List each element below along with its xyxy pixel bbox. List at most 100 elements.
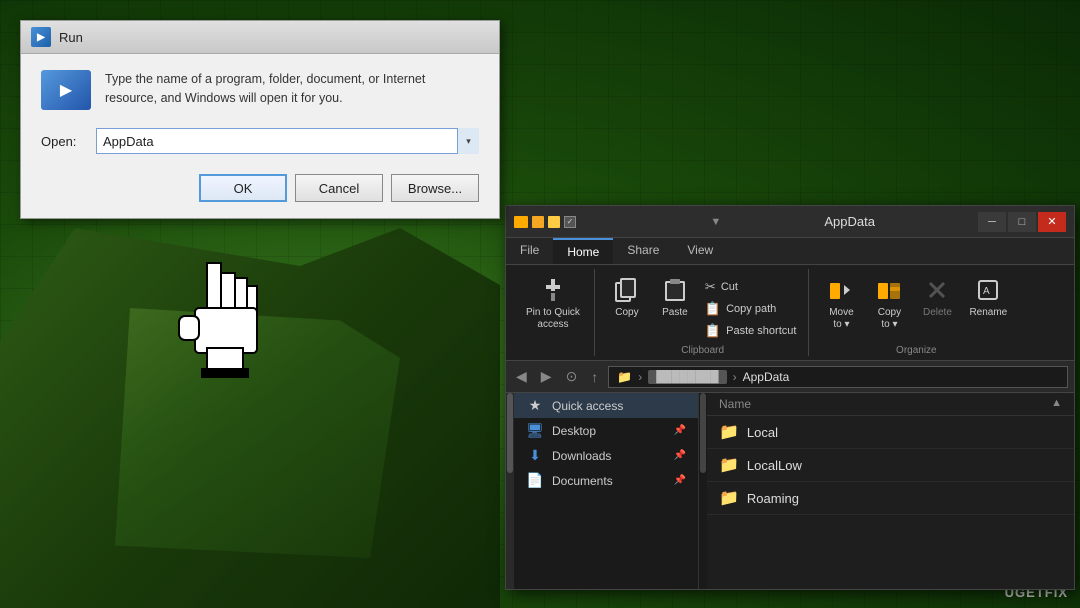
quick-access-icon: ★ (526, 397, 544, 414)
sidebar-item-downloads[interactable]: ⬇ Downloads 📌 (514, 443, 698, 468)
cut-icon: ✂ (705, 279, 716, 295)
file-item-local[interactable]: 📁 Local (707, 416, 1074, 449)
organize-group-label: Organize (896, 345, 937, 356)
rename-button[interactable]: A Rename (963, 273, 1013, 322)
run-input-wrapper: ▾ (96, 128, 479, 154)
ribbon-tabs: File Home Share View (506, 238, 1074, 265)
copy-to-label: Copyto ▾ (878, 307, 901, 331)
copy-to-button[interactable]: Copyto ▾ (867, 273, 911, 334)
address-separator: › (638, 370, 642, 384)
copy-button[interactable]: Copy (605, 273, 649, 322)
sidebar-scrollbar[interactable] (506, 393, 514, 589)
address-username: ████████ (648, 370, 726, 384)
file-explorer: ✓ ▼ AppData ─ □ ✕ File Home Share View (505, 205, 1075, 590)
run-input[interactable] (96, 128, 479, 154)
file-item-localow[interactable]: 📁 LocalLow (707, 449, 1074, 482)
ribbon-group-pin: Pin to Quickaccess (512, 269, 595, 356)
tab-share[interactable]: Share (613, 238, 673, 264)
svg-text:A: A (983, 286, 990, 297)
run-dialog: ▶ Run Type the name of a program, folder… (20, 20, 500, 219)
file-area: Name ▲ 📁 Local 📁 LocalLow 📁 Roaming (707, 393, 1074, 589)
minimize-button[interactable]: ─ (978, 212, 1006, 232)
window-buttons: ─ □ ✕ (978, 212, 1066, 232)
organize-items: Moveto ▾ Copyto ▾ (819, 269, 1013, 341)
pin-items: Pin to Quickaccess (520, 269, 586, 356)
explorer-content: ★ Quick access 🖥 Desktop 📌 ⬇ Downloads 📌… (506, 393, 1074, 589)
tab-home[interactable]: Home (553, 238, 613, 264)
address-input[interactable]: 📁 › ████████ › AppData (608, 366, 1068, 388)
file-scrollbar[interactable] (699, 393, 707, 589)
up-button-recent[interactable]: ⊙ (562, 366, 582, 387)
copy-path-label: Copy path (726, 303, 776, 315)
paste-button[interactable]: Paste (653, 273, 697, 322)
explorer-title-icons: ✓ (514, 216, 576, 228)
move-to-button[interactable]: Moveto ▾ (819, 273, 863, 334)
maximize-button[interactable]: □ (1008, 212, 1036, 232)
file-scroll-thumb (700, 393, 706, 473)
run-open-label: Open: (41, 134, 86, 149)
address-folder-icon: 📁 (617, 370, 632, 384)
documents-label: Documents (552, 474, 613, 488)
ribbon-group-organize: Moveto ▾ Copyto ▾ (811, 269, 1021, 356)
copy-path-icon: 📋 (705, 301, 721, 317)
ribbon-group-clipboard: Copy Paste (597, 269, 810, 356)
sort-indicator: ▲ (1051, 397, 1062, 409)
copy-label: Copy (615, 307, 638, 319)
folder-icon-roaming: 📁 (719, 488, 739, 508)
sidebar-quick-access[interactable]: ★ Quick access (514, 393, 698, 418)
delete-button[interactable]: Delete (915, 273, 959, 322)
run-titlebar: ▶ Run (21, 21, 499, 54)
run-top-area: Type the name of a program, folder, docu… (41, 70, 479, 110)
run-buttons: OK Cancel Browse... (41, 174, 479, 202)
run-dropdown-button[interactable]: ▾ (457, 128, 479, 154)
address-separator2: › (733, 370, 737, 384)
delete-icon (923, 276, 951, 304)
run-cancel-button[interactable]: Cancel (295, 174, 383, 202)
up-button[interactable]: ↑ (587, 367, 602, 387)
paste-shortcut-icon: 📋 (705, 323, 721, 339)
file-name-localow: LocalLow (747, 458, 802, 473)
clipboard-items: Copy Paste (605, 269, 801, 341)
run-ok-button[interactable]: OK (199, 174, 287, 202)
back-button[interactable]: ◀ (512, 366, 531, 387)
sidebar-item-documents[interactable]: 📄 Documents 📌 (514, 468, 698, 493)
forward-button[interactable]: ▶ (537, 366, 556, 387)
delete-label: Delete (923, 307, 952, 319)
titlebar-chevron: ▼ (710, 216, 721, 228)
copy-path-button[interactable]: 📋 Copy path (701, 299, 801, 319)
folder-icon-1 (514, 216, 528, 228)
rename-icon: A (974, 276, 1002, 304)
pin-icon (539, 276, 567, 304)
rename-label: Rename (969, 307, 1007, 319)
move-to-label: Moveto ▾ (829, 307, 853, 331)
cut-button[interactable]: ✂ Cut (701, 277, 801, 297)
close-button[interactable]: ✕ (1038, 212, 1066, 232)
address-path: AppData (743, 370, 790, 384)
paste-shortcut-button[interactable]: 📋 Paste shortcut (701, 321, 801, 341)
documents-pin-icon: 📌 (674, 475, 686, 486)
run-body: Type the name of a program, folder, docu… (21, 54, 499, 218)
desktop-label: Desktop (552, 424, 596, 438)
run-open-row: Open: ▾ (41, 128, 479, 154)
file-list-header: Name ▲ (707, 393, 1074, 416)
sidebar: ★ Quick access 🖥 Desktop 📌 ⬇ Downloads 📌… (514, 393, 699, 589)
file-item-roaming[interactable]: 📁 Roaming (707, 482, 1074, 515)
run-browse-button[interactable]: Browse... (391, 174, 479, 202)
paste-label: Paste (662, 307, 688, 319)
tab-view[interactable]: View (673, 238, 727, 264)
downloads-pin-icon: 📌 (674, 450, 686, 461)
pin-label: Pin to Quickaccess (526, 307, 580, 331)
clipboard-small-buttons: ✂ Cut 📋 Copy path 📋 Paste shortcut (701, 273, 801, 341)
desktop-icon: 🖥 (526, 422, 544, 439)
paste-icon (661, 276, 689, 304)
downloads-icon: ⬇ (526, 447, 544, 464)
desktop-pin-icon: 📌 (674, 425, 686, 436)
ribbon-toolbar: Pin to Quickaccess Copy (506, 265, 1074, 361)
copy-to-icon (875, 276, 903, 304)
sidebar-item-desktop[interactable]: 🖥 Desktop 📌 (514, 418, 698, 443)
pin-quick-access-button[interactable]: Pin to Quickaccess (520, 273, 586, 334)
folder-icon-2 (532, 216, 544, 228)
sidebar-scroll-thumb (507, 393, 513, 473)
tab-file[interactable]: File (506, 238, 553, 264)
explorer-titlebar: ✓ ▼ AppData ─ □ ✕ (506, 206, 1074, 238)
